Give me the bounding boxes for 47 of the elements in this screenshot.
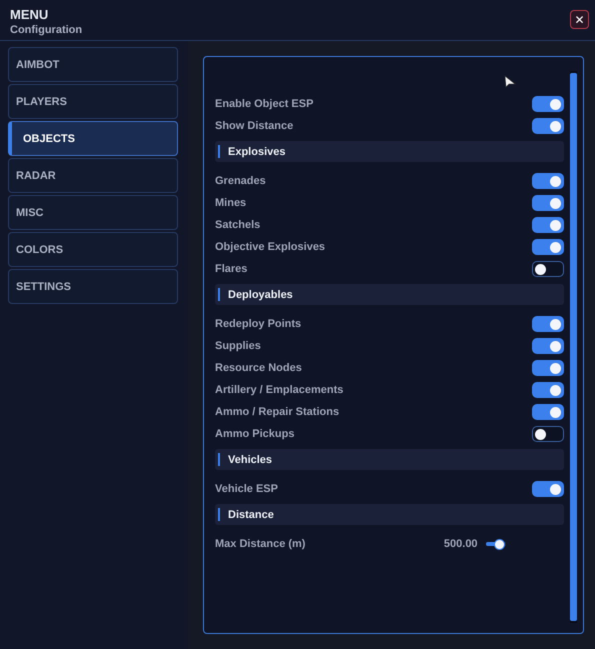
setting-label: Supplies (215, 340, 261, 352)
setting-label: Redeploy Points (215, 318, 302, 330)
sidebar-tab[interactable]: MISC (8, 195, 178, 230)
toggle-switch[interactable] (532, 239, 564, 255)
toggle-switch[interactable] (532, 316, 564, 332)
setting-label: Enable Object ESP (215, 98, 314, 110)
setting-label: Ammo Pickups (215, 428, 294, 440)
setting-label: Grenades (215, 175, 266, 187)
toggle-switch[interactable] (532, 217, 564, 233)
setting-label: Objective Explosives (215, 241, 326, 253)
sidebar-tab[interactable]: PLAYERS (8, 84, 178, 119)
sidebar-tab[interactable]: COLORS (8, 232, 178, 267)
setting-label: Mines (215, 197, 246, 209)
cursor-icon (504, 75, 516, 88)
toggle-switch[interactable] (532, 261, 564, 277)
sidebar-tab[interactable]: AIMBOT (8, 47, 178, 82)
sidebar-tab[interactable]: SETTINGS (8, 269, 178, 304)
toggle-switch[interactable] (532, 173, 564, 189)
scrollbar[interactable] (570, 71, 577, 623)
setting-label: Flares (215, 263, 248, 275)
sidebar-tab[interactable]: OBJECTS (8, 121, 178, 156)
menu-title: MENU (10, 7, 50, 22)
setting-label: Resource Nodes (215, 362, 302, 374)
setting-label: Satchels (215, 219, 260, 231)
setting-label: Max Distance (m) (215, 538, 306, 550)
slider-value: 500.00 (444, 538, 478, 550)
close-button[interactable]: ✕ (570, 10, 589, 29)
slider-thumb[interactable] (494, 538, 505, 550)
toggle-switch[interactable] (532, 404, 564, 420)
setting-label: Show Distance (215, 120, 294, 132)
setting-label: Artillery / Emplacements (215, 384, 344, 396)
toggle-switch[interactable] (532, 382, 564, 398)
toggle-switch[interactable] (532, 360, 564, 376)
toggle-switch[interactable] (532, 118, 564, 134)
toggle-switch[interactable] (532, 195, 564, 211)
section-title: Explosives (228, 146, 286, 158)
sidebar-tab[interactable]: RADAR (8, 158, 178, 193)
setting-label: Vehicle ESP (215, 483, 278, 495)
toggle-switch[interactable] (532, 426, 564, 442)
toggle-switch[interactable] (532, 96, 564, 112)
toggle-switch[interactable] (532, 481, 564, 497)
section-title: Deployables (228, 288, 293, 300)
setting-label: Ammo / Repair Stations (215, 406, 340, 418)
section-title: Distance (228, 508, 274, 520)
section-title: Vehicles (228, 454, 272, 466)
toggle-switch[interactable] (532, 338, 564, 354)
menu-subtitle: Configuration (10, 24, 82, 36)
